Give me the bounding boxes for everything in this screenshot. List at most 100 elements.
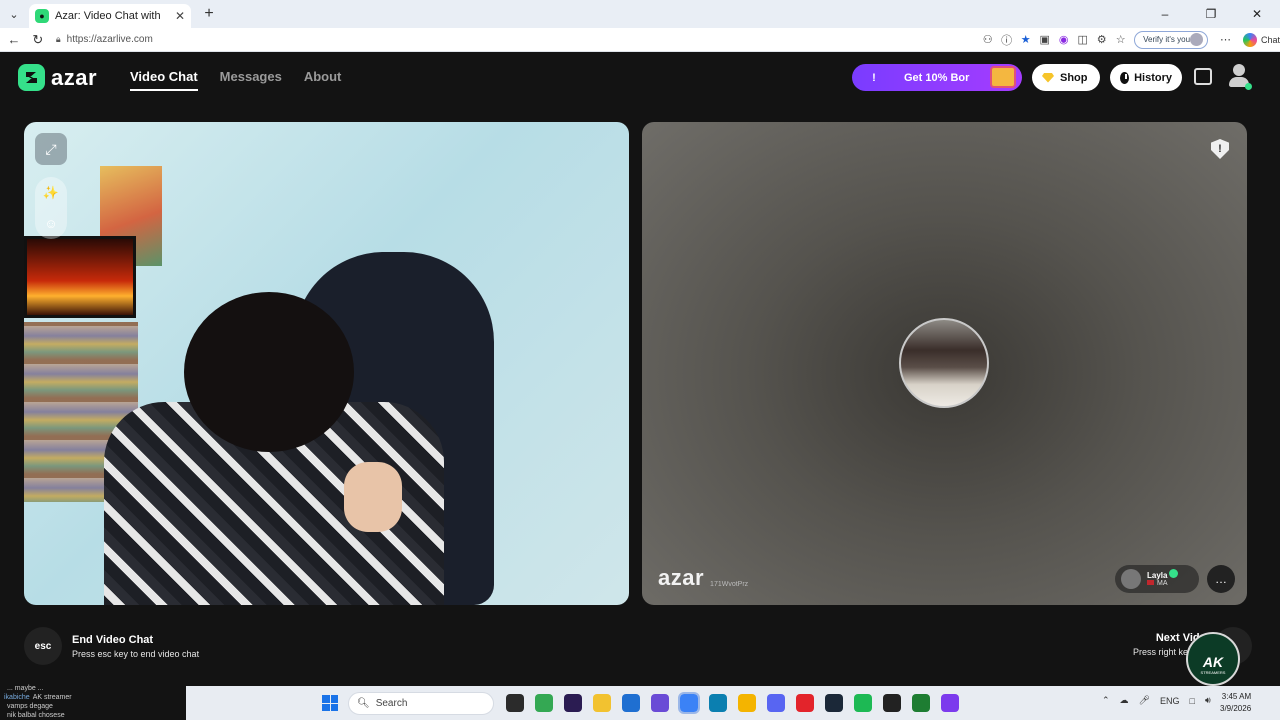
magic-wand-icon[interactable]: ✨ [43,185,59,201]
microphone-icon[interactable]: 🎤︎ [1139,695,1150,706]
taskbar-app-icon[interactable] [767,694,785,712]
browser-tab-bar: ⌄ ● Azar: Video Chat with New Pe ✕ + – ❐… [0,0,1280,28]
language-indicator[interactable]: ENG [1160,696,1180,706]
close-window-button[interactable]: ✕ [1234,0,1280,28]
taskbar-app-icon[interactable] [622,694,640,712]
reload-button[interactable]: ↻ [26,28,50,52]
azar-favicon-icon: ● [35,9,49,23]
taskbar-app-icon[interactable] [825,694,843,712]
person-head [184,292,354,452]
history-button[interactable]: History [1110,64,1182,91]
chat-line: ikabiche AK streamer [4,693,182,702]
taskbar-app-icon[interactable] [941,694,959,712]
taskbar-app-icon[interactable] [854,694,872,712]
window-controls: – ❐ ✕ [1142,0,1280,28]
translate-icon[interactable]: ⚇ [978,30,997,50]
taskbar-app-icon[interactable] [709,694,727,712]
face-filter-icon[interactable]: ☺ [44,216,57,231]
back-button[interactable]: ← [2,28,26,52]
chevron-up-icon[interactable]: ⌃ [1102,695,1110,706]
taskbar-app-icon[interactable] [506,694,524,712]
promo-banner-button[interactable]: ! Get 10% Bor [852,64,1022,91]
stream-chat-overlay: ... maybe ... ikabiche AK streamer vamps … [0,683,186,720]
treasure-chest-icon [990,66,1016,88]
new-tab-button[interactable]: + [199,5,219,23]
online-status-dot [1245,83,1252,90]
extension-icon[interactable]: ◉ [1054,30,1073,50]
favorites-icon[interactable]: ☆ [1111,30,1130,50]
tab-title: Azar: Video Chat with New Pe [55,10,163,22]
report-shield-icon[interactable]: ! [1211,139,1229,159]
alert-icon: ! [872,71,876,84]
verify-label: Verify it's you [1143,35,1191,44]
taskbar-app-icon[interactable] [651,694,669,712]
taskbar-app-icon[interactable] [593,694,611,712]
nav-video-chat[interactable]: Video Chat [130,69,198,91]
peer-video-panel: ! azar 171WvotPrz Layla MA … [642,122,1247,605]
browser-tab[interactable]: ● Azar: Video Chat with New Pe ✕ [29,4,191,28]
taskbar-app-icon[interactable] [678,692,700,714]
verify-profile-button[interactable]: Verify it's you [1134,30,1209,49]
url-field[interactable]: 🔒︎ https://azarlive.com [56,30,978,50]
camera-icon[interactable]: ▣ [1035,30,1054,50]
end-chat-sub: Press esc key to end video chat [72,648,200,659]
expand-icon[interactable]: ⤢ [35,133,67,165]
copilot-label: Chat [1260,34,1280,45]
onedrive-icon[interactable]: ☁ [1120,695,1129,706]
more-options-icon[interactable]: ⋯ [1216,30,1235,50]
inventory-box-icon[interactable] [1194,68,1212,85]
taskbar-search[interactable]: 🔍︎ Search [348,692,494,715]
promo-label: Get 10% Bor [904,71,970,84]
chat-line: vamps degage [4,702,182,711]
tv-fireplace [24,236,136,318]
flag-icon [1147,580,1154,585]
taskbar-app-icon[interactable] [535,694,553,712]
shop-button[interactable]: Shop [1032,64,1100,91]
end-chat-hint: esc End Video Chat Press esc key to end … [24,627,199,665]
restore-button[interactable]: ❐ [1188,0,1234,28]
copilot-chat-button[interactable]: Chat [1242,32,1280,47]
taskbar-app-icon[interactable] [883,694,901,712]
azar-logo[interactable]: azar [18,64,97,91]
nav-messages[interactable]: Messages [220,69,282,91]
taskbar-app-icon[interactable] [912,694,930,712]
favorite-star-icon[interactable]: ★ [1016,30,1035,50]
close-tab-icon[interactable]: ✕ [175,9,185,23]
minimize-button[interactable]: – [1142,0,1188,28]
verified-icon [1169,569,1178,578]
esc-key-button[interactable]: esc [24,627,62,665]
chat-user: ikabiche [4,694,30,701]
extensions-puzzle-icon[interactable]: ⚙ [1092,30,1111,50]
taskbar-app-icon[interactable] [564,694,582,712]
ak-streamers-logo: AK STREAMERS [1186,632,1240,686]
peer-profile-badge[interactable]: Layla MA [1115,565,1199,593]
taskbar-clock[interactable]: 3:45 AM 3/9/2026 [1220,691,1251,715]
shop-label: Shop [1060,71,1088,84]
azar-logo-icon [18,64,45,91]
network-icon[interactable]: □ [1190,696,1195,706]
clock-icon [1120,71,1130,84]
system-tray: ⌃ ☁ 🎤︎ ENG □ 🔊︎ [1102,695,1211,706]
chat-bubble-icon[interactable]: … [1207,565,1235,593]
nav-about[interactable]: About [304,69,342,91]
chat-line: ... maybe ... [4,684,182,693]
tab-list-button[interactable]: ⌄ [3,3,25,25]
windows-start-icon[interactable] [322,695,338,711]
history-label: History [1134,71,1172,84]
user-profile-icon[interactable] [1228,64,1252,90]
profile-avatar [1190,33,1204,46]
user-head-shape [1233,64,1245,76]
split-screen-icon[interactable]: ◫ [1073,30,1092,50]
gem-icon [1042,72,1054,83]
video-tools: ⤢ ✨ ☺ [35,133,67,239]
volume-icon[interactable]: 🔊︎ [1205,695,1211,706]
permissions-icon[interactable]: ⓘ [997,30,1016,50]
azar-page: azar Video Chat Messages About ! Get 10%… [0,52,1280,686]
taskbar-app-icon[interactable] [796,694,814,712]
chat-text: AK streamer [32,694,72,701]
main-nav: Video Chat Messages About [130,69,341,91]
chat-text: ... maybe ... [7,685,44,692]
chat-line: nik balbal chosese [4,711,182,720]
ak-logo-sub: STREAMERS [1200,669,1226,675]
taskbar-app-icon[interactable] [738,694,756,712]
